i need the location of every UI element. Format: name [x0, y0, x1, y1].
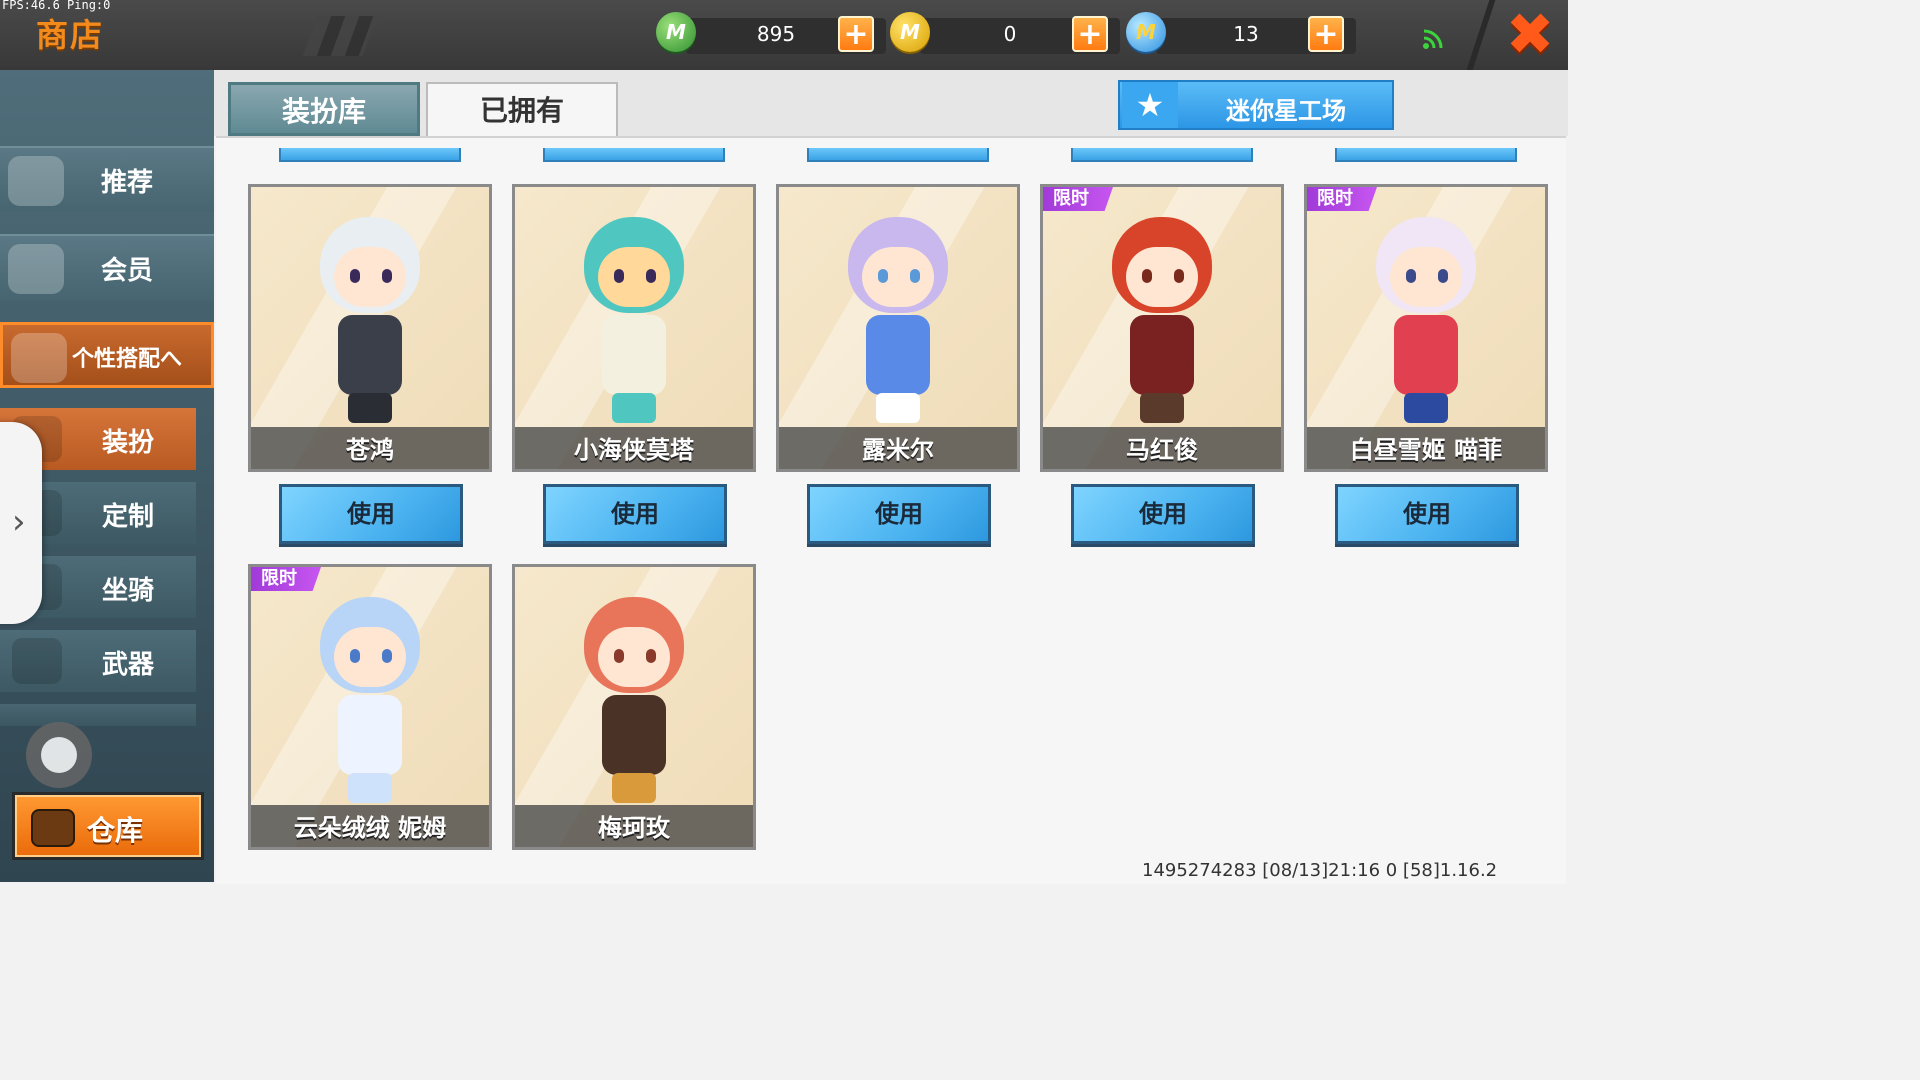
warehouse-button[interactable]: 仓库 — [12, 792, 204, 860]
character-portrait — [1092, 207, 1232, 427]
skin-name: 云朵绒绒 妮姆 — [293, 814, 447, 842]
character-portrait — [828, 207, 968, 427]
character-portrait — [564, 207, 704, 427]
skin-card-xiaohaixia-mota[interactable]: 小海侠莫塔 — [512, 184, 756, 472]
partial-use-button[interactable] — [1071, 148, 1253, 162]
skin-name: 梅珂玫 — [598, 814, 670, 842]
close-icon: ✖ — [1505, 0, 1555, 68]
character-portrait — [564, 587, 704, 807]
star-icon: ★ — [1122, 82, 1178, 128]
header-decoration — [302, 16, 378, 56]
floating-assist-button[interactable] — [26, 722, 92, 788]
skin-card-canghong[interactable]: 苍鸿 — [248, 184, 492, 472]
warehouse-label: 仓库 — [87, 814, 144, 847]
skin-name: 露米尔 — [862, 436, 934, 464]
sidebar-item-personal-style[interactable]: 个性搭配へ — [0, 322, 214, 388]
use-button[interactable]: 使用 — [543, 484, 727, 544]
skin-card-lumier[interactable]: 露米尔 — [776, 184, 1020, 472]
add-mini-coin-button[interactable]: + — [1072, 16, 1108, 52]
sidebar-item-label: 个性搭配へ — [71, 347, 182, 372]
skin-card-ma-hongjun[interactable]: 马红俊 限时 — [1040, 184, 1284, 472]
skin-card-meikemei[interactable]: 梅珂玫 — [512, 564, 756, 850]
side-drawer-toggle[interactable]: › — [0, 422, 42, 624]
skin-card-yunduo-rongrong-nimu[interactable]: 云朵绒绒 妮姆 限时 — [248, 564, 492, 850]
character-portrait — [1356, 207, 1496, 427]
sidebar-item-label: 武器 — [101, 650, 154, 680]
tab-outfit-library[interactable]: 装扮库 — [228, 82, 420, 136]
version-info: 1495274283 [08/13]21:16 0 [58]1.16.2 — [1142, 860, 1498, 881]
currency-value: 895 — [756, 22, 796, 46]
header-divider — [1466, 0, 1496, 70]
page-title: 商店 — [36, 16, 105, 54]
tab-owned[interactable]: 已拥有 — [426, 82, 618, 136]
close-button[interactable]: ✖ — [1500, 4, 1560, 64]
chest-icon — [31, 809, 75, 847]
skin-name: 小海侠莫塔 — [574, 436, 694, 464]
sidebar-sub-weapon[interactable]: 武器 — [0, 630, 196, 692]
sidebar-sub-more[interactable] — [0, 704, 196, 726]
limited-badge: 限时 — [1043, 187, 1113, 211]
workshop-label: 迷你星工场 — [1226, 97, 1346, 125]
use-button[interactable]: 使用 — [807, 484, 991, 544]
partial-use-button[interactable] — [279, 148, 461, 162]
skin-name: 马红俊 — [1126, 436, 1198, 464]
partial-use-button[interactable] — [1335, 148, 1517, 162]
skin-card-baizhou-xueji-miaofei[interactable]: 白昼雪姬 喵菲 限时 — [1304, 184, 1548, 472]
mini-point-icon: M — [1126, 12, 1166, 52]
add-mini-bean-button[interactable]: + — [838, 16, 874, 52]
use-button[interactable]: 使用 — [1335, 484, 1519, 544]
currency-value: 0 — [1003, 22, 1017, 46]
character-portrait — [300, 207, 440, 427]
add-mini-point-button[interactable]: + — [1308, 16, 1344, 52]
wifi-signal-icon — [1422, 26, 1446, 56]
top-bar: FPS:46.6 Ping:0 商店 M 895 + M 0 + M 13 + … — [0, 0, 1568, 72]
partial-use-button[interactable] — [543, 148, 725, 162]
chevron-right-icon: › — [12, 502, 26, 542]
sidebar-item-label: 推荐 — [100, 168, 153, 198]
skin-name: 白昼雪姬 喵菲 — [1349, 436, 1503, 464]
mini-bean-icon: M — [656, 12, 696, 52]
sidebar-item-membership[interactable]: 会员 — [0, 234, 214, 300]
use-button[interactable]: 使用 — [1071, 484, 1255, 544]
partial-use-button[interactable] — [807, 148, 989, 162]
character-portrait — [300, 587, 440, 807]
currency-value: 13 — [1233, 22, 1259, 46]
mini-coin-icon: M — [890, 12, 930, 52]
limited-badge: 限时 — [1307, 187, 1377, 211]
skin-name: 苍鸿 — [346, 436, 394, 464]
mini-workshop-button[interactable]: ★ 迷你星工场 — [1118, 80, 1394, 130]
limited-badge: 限时 — [251, 567, 321, 591]
sidebar-item-label: 会员 — [100, 256, 153, 286]
sidebar-item-recommend[interactable]: 推荐 — [0, 146, 214, 212]
use-button[interactable]: 使用 — [279, 484, 463, 544]
